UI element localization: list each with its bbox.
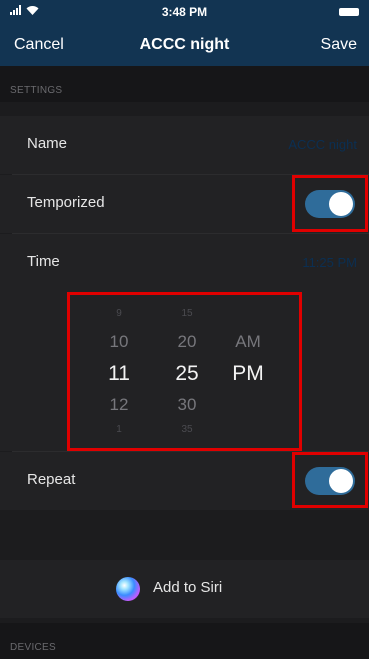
time-picker[interactable]: 9 10 11 12 1 15 20 25 30 35 AM PM	[0, 292, 369, 451]
repeat-row: Repeat	[0, 452, 369, 510]
minute-option[interactable]: 20	[165, 332, 209, 352]
minute-option[interactable]: 15	[165, 308, 209, 319]
repeat-toggle[interactable]	[305, 467, 355, 495]
siri-icon	[116, 577, 140, 601]
hour-option[interactable]: 9	[97, 308, 141, 319]
temporized-toggle[interactable]	[305, 190, 355, 218]
name-row[interactable]: Name ACCC night	[0, 116, 369, 174]
temporized-label: Temporized	[27, 194, 105, 211]
minute-option-selected[interactable]: 25	[165, 362, 209, 386]
add-to-siri-label: Add to Siri	[153, 579, 223, 596]
status-bar: 3:48 PM	[0, 0, 369, 26]
hour-option[interactable]: 1	[97, 424, 141, 435]
repeat-label: Repeat	[27, 471, 76, 488]
hour-option[interactable]: 10	[97, 332, 141, 352]
name-value[interactable]: ACCC night	[288, 137, 357, 152]
hour-option-selected[interactable]: 11	[97, 362, 141, 386]
add-to-siri-button[interactable]: Add to Siri	[0, 560, 369, 618]
period-option-selected[interactable]: PM	[226, 362, 270, 386]
devices-section-header: DEVICES	[0, 623, 369, 659]
page-title: ACCC night	[139, 36, 230, 53]
temporized-row: Temporized	[0, 175, 369, 233]
hour-option[interactable]: 12	[97, 395, 141, 415]
battery-icon	[339, 8, 359, 16]
nav-bar: Cancel ACCC night Save	[0, 26, 369, 66]
period-option[interactable]: AM	[226, 332, 270, 352]
settings-section-header: SETTINGS	[0, 66, 369, 102]
name-label: Name	[27, 135, 68, 152]
devices-header-label: DEVICES	[10, 642, 57, 653]
time-value: 11:25 PM	[302, 255, 357, 270]
minute-option[interactable]: 30	[165, 395, 209, 415]
minute-option[interactable]: 35	[165, 424, 209, 435]
toggle-knob	[329, 192, 353, 216]
status-time: 3:48 PM	[161, 5, 208, 19]
settings-header-label: SETTINGS	[10, 85, 63, 96]
save-button[interactable]: Save	[321, 36, 357, 54]
toggle-knob	[329, 469, 353, 493]
time-row[interactable]: Time 11:25 PM	[0, 234, 369, 292]
time-label: Time	[27, 253, 60, 270]
